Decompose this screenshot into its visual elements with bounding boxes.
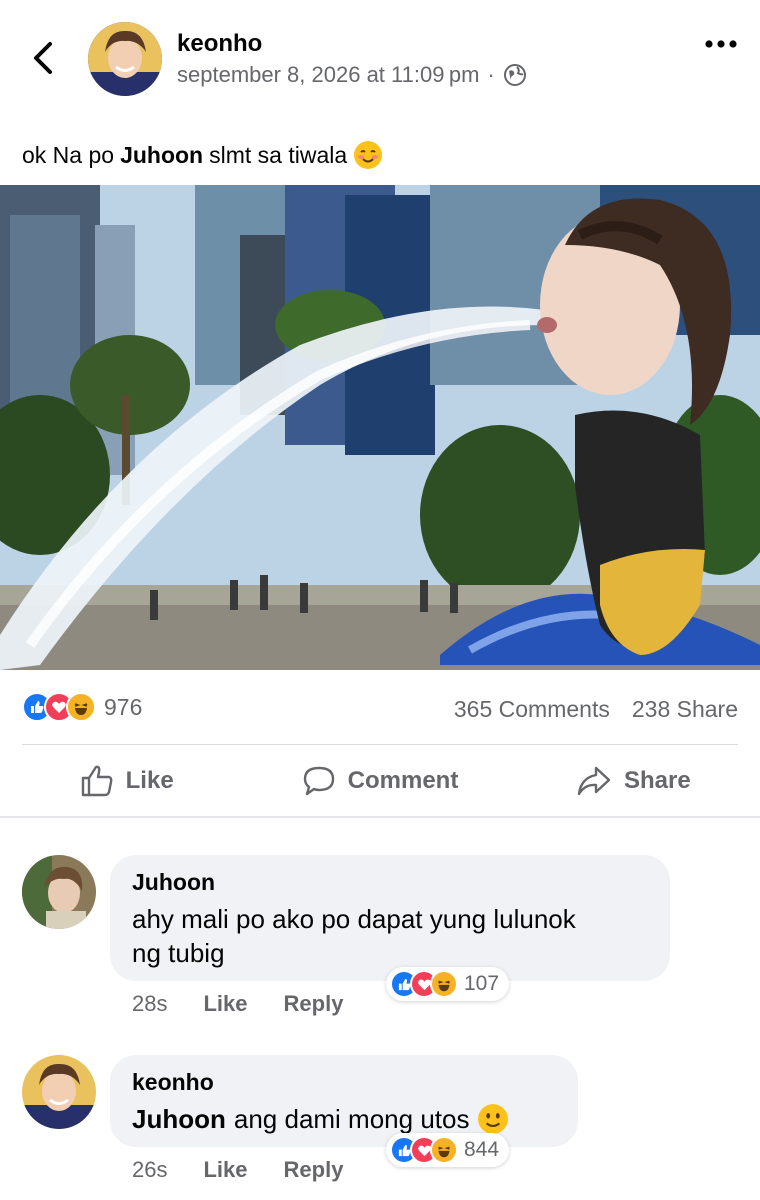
post-stats: 976 365 Comments 238 Share [0, 688, 760, 728]
comment-text: Juhoon ang dami mong utos [132, 1102, 556, 1136]
engagement-counts: 365 Comments 238 Share [454, 696, 738, 723]
like-label: Like [125, 767, 174, 794]
commenter-name[interactable]: Juhoon [132, 869, 648, 896]
caption-text-pre: ok Na po [22, 141, 115, 168]
globe-icon [503, 64, 526, 86]
slightly-smiling-face-emoji-icon [478, 1104, 509, 1134]
like-button[interactable]: Like [0, 764, 253, 798]
comment-meta: 28s Like Reply [132, 991, 343, 1017]
comment-mention[interactable]: Juhoon [132, 1102, 226, 1136]
caption-mention[interactable]: Juhoon [120, 142, 203, 169]
commenter-avatar[interactable] [22, 1055, 96, 1129]
comment-bubble[interactable]: Juhoon ahy mali po ako po dapat yung lul… [110, 855, 670, 981]
comment-text-line1: ahy mali po ako po dapat yung lulunok [132, 904, 576, 934]
share-button[interactable]: Share [507, 764, 760, 798]
share-arrow-icon [577, 766, 611, 796]
smiling-face-emoji-icon [354, 141, 383, 169]
post-header: keonho september 8, 2026 at 11:09 pm · [0, 0, 760, 110]
comment-time: 26s [132, 1157, 168, 1182]
post-timestamp[interactable]: september 8, 2026 at 11:09 pm [177, 62, 479, 88]
stats-divider [22, 744, 738, 745]
comment-time: 28s [132, 991, 168, 1016]
haha-reaction-icon [66, 692, 96, 722]
post-actions: Like Comment Share [0, 748, 760, 814]
comment-button[interactable]: Comment [253, 764, 506, 798]
comment-like-button[interactable]: Like [203, 991, 247, 1017]
comment-like-button[interactable]: Like [203, 1157, 247, 1183]
comment-text-line2: ng tubig [132, 938, 225, 968]
comment-reaction-summary[interactable]: 844 [386, 1133, 510, 1167]
author-avatar[interactable] [88, 22, 162, 96]
post-photo[interactable] [0, 185, 760, 670]
haha-reaction-icon [430, 970, 458, 998]
reaction-count: 976 [104, 693, 143, 720]
meta-separator: · [487, 62, 495, 87]
commenter-name[interactable]: keonho [132, 1069, 556, 1096]
share-count[interactable]: 238 Share [632, 696, 738, 723]
share-label: Share [623, 767, 691, 794]
back-arrow-icon[interactable] [28, 38, 60, 78]
actions-divider [0, 816, 760, 818]
post-meta: september 8, 2026 at 11:09 pm · [177, 62, 527, 88]
caption-text-post: slmt sa tiwala [209, 141, 348, 168]
commenter-avatar[interactable] [22, 855, 96, 929]
reaction-summary[interactable]: 976 [22, 692, 142, 722]
comment-meta: 26s Like Reply [132, 1157, 343, 1183]
author-name[interactable]: keonho [177, 30, 262, 58]
comment-body: ang dami mong utos [233, 1104, 470, 1134]
post-caption: ok Na po Juhoon slmt sa tiwala [22, 140, 383, 170]
comment-reply-button[interactable]: Reply [284, 991, 344, 1017]
haha-reaction-icon [430, 1136, 458, 1164]
comment-count[interactable]: 365 Comments [454, 696, 610, 723]
comment-bubble[interactable]: keonho Juhoon ang dami mong utos [110, 1055, 578, 1147]
comment-reply-button[interactable]: Reply [284, 1157, 344, 1183]
comment-label: Comment [347, 767, 459, 794]
comment-text: ahy mali po ako po dapat yung lulunok ng… [132, 902, 648, 970]
comment-reaction-count: 107 [464, 972, 500, 995]
more-options-icon[interactable] [704, 34, 738, 54]
comment-bubble-icon [303, 766, 334, 796]
comment-reaction-count: 844 [464, 1138, 500, 1161]
comment-reaction-summary[interactable]: 107 [386, 967, 510, 1001]
thumbs-up-icon [81, 765, 113, 797]
